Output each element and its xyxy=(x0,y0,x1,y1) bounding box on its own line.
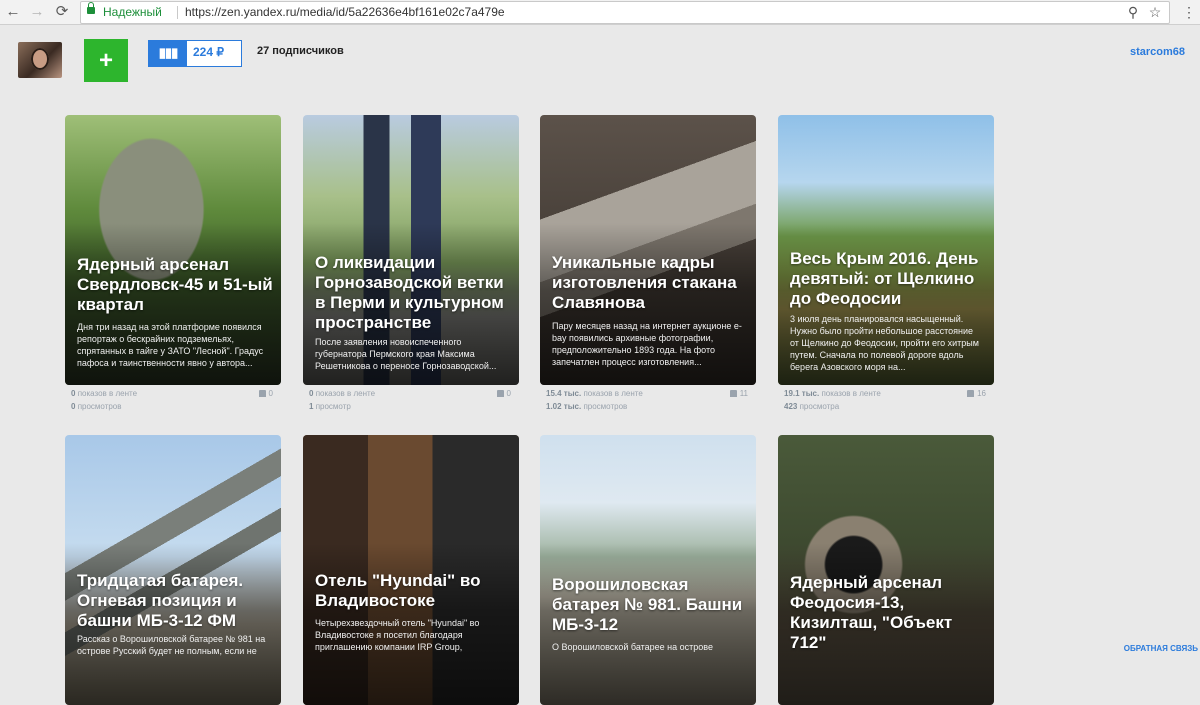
card-title[interactable]: Отель "Hyundai" во Владивостоке xyxy=(315,571,511,611)
article-card[interactable]: Ядерный арсенал Свердловск-45 и 51-ый кв… xyxy=(65,115,281,385)
card-excerpt: Пару месяцев назад на интернет аукционе … xyxy=(552,321,742,367)
balance-amount: 224 ₽ xyxy=(193,45,224,59)
forward-arrow-icon[interactable]: → xyxy=(28,3,46,21)
refresh-icon[interactable]: ⟳ xyxy=(53,3,71,21)
avatar[interactable] xyxy=(18,42,62,78)
article-card[interactable]: Весь Крым 2016. День девятый: от Щелкино… xyxy=(778,115,994,385)
card-title[interactable]: Ядерный арсенал Феодосия-13, Кизилташ, "… xyxy=(790,573,986,653)
views-label: показов в ленте xyxy=(821,389,881,398)
card-excerpt: Рассказ о Ворошиловской батарее № 981 на… xyxy=(77,634,266,656)
like-icon xyxy=(729,390,737,397)
like-icon xyxy=(496,390,504,397)
card-title[interactable]: Ворошиловская батарея № 981. Башни МБ-3-… xyxy=(552,575,748,635)
reads-count: 423 xyxy=(784,402,798,411)
browser-toolbar: ← → ⟳ Надежный https://zen.yandex.ru/med… xyxy=(0,0,1200,25)
reads-label: просмотров xyxy=(77,402,122,411)
card-excerpt: После заявления новоиспеченного губернат… xyxy=(315,337,497,371)
menu-icon[interactable]: ⋮ xyxy=(1182,3,1196,21)
views-label: показов в ленте xyxy=(315,389,376,398)
likes-count: 0 xyxy=(268,389,273,398)
card-stats: 15.4 тыс. показов в ленте 1.02 тыс. прос… xyxy=(540,389,756,417)
secure-label: Надежный xyxy=(103,5,162,19)
like-icon xyxy=(258,390,266,397)
views-count: 19.1 тыс. xyxy=(784,389,820,398)
views-label: показов в ленте xyxy=(77,389,138,398)
reads-label: просмотра xyxy=(799,402,840,411)
wallet-icon: ▮▮▮ xyxy=(149,41,187,66)
likes-count: 16 xyxy=(977,389,986,398)
reads-count: 1 xyxy=(309,402,314,411)
likes-count: 0 xyxy=(506,389,511,398)
like-icon xyxy=(967,390,975,397)
add-publication-button[interactable]: + xyxy=(84,39,128,82)
card-excerpt: Четырехзвездочный отель "Hyundai" во Вла… xyxy=(315,618,480,652)
card-excerpt: Дня три назад на этой платформе появился… xyxy=(77,322,264,368)
address-bar[interactable]: Надежный https://zen.yandex.ru/media/id/… xyxy=(80,1,1170,24)
reads-count: 1.02 тыс. xyxy=(546,402,582,411)
card-title[interactable]: О ликвидации Горнозаводской ветки в Перм… xyxy=(315,253,511,333)
likes-count: 11 xyxy=(739,389,748,398)
star-icon[interactable]: ☆ xyxy=(1147,4,1163,21)
views-label: показов в ленте xyxy=(583,389,643,398)
card-title[interactable]: Ядерный арсенал Свердловск-45 и 51-ый кв… xyxy=(77,255,273,315)
reads-count: 0 xyxy=(71,402,76,411)
card-title[interactable]: Весь Крым 2016. День девятый: от Щелкино… xyxy=(790,249,986,309)
url-text[interactable]: https://zen.yandex.ru/media/id/5a22636e4… xyxy=(185,5,505,19)
card-title[interactable]: Уникальные кадры изготовления стакана Сл… xyxy=(552,253,748,313)
views-count: 15.4 тыс. xyxy=(546,389,582,398)
balance-widget[interactable]: ▮▮▮ 224 ₽ xyxy=(148,40,242,67)
card-stats: 0 показов в ленте 1 просмотр 0 xyxy=(303,389,519,417)
article-card[interactable]: Уникальные кадры изготовления стакана Сл… xyxy=(540,115,756,385)
article-card[interactable]: Ворошиловская батарея № 981. Башни МБ-3-… xyxy=(540,435,756,705)
card-excerpt: О Ворошиловской батарее на острове xyxy=(552,642,713,652)
back-arrow-icon[interactable]: ← xyxy=(4,3,22,21)
article-card[interactable]: Ядерный арсенал Феодосия-13, Кизилташ, "… xyxy=(778,435,994,705)
reads-label: просмотр xyxy=(315,402,351,411)
zoom-icon[interactable]: ⚲ xyxy=(1125,4,1141,21)
views-count: 0 xyxy=(309,389,314,398)
card-title[interactable]: Тридцатая батарея. Огневая позиция и баш… xyxy=(77,571,273,631)
reads-label: просмотров xyxy=(583,402,628,411)
article-card[interactable]: О ликвидации Горнозаводской ветки в Перм… xyxy=(303,115,519,385)
views-count: 0 xyxy=(71,389,76,398)
feedback-link[interactable]: ОБРАТНАЯ СВЯЗЬ xyxy=(1124,644,1198,653)
card-excerpt: 3 июля день планировался насыщенный. Нуж… xyxy=(790,314,979,372)
card-stats: 0 показов в ленте 0 просмотров 0 xyxy=(65,389,281,417)
article-card[interactable]: Отель "Hyundai" во Владивостоке Четырехз… xyxy=(303,435,519,705)
card-stats: 19.1 тыс. показов в ленте 423 просмотра … xyxy=(778,389,994,417)
article-card[interactable]: Тридцатая батарея. Огневая позиция и баш… xyxy=(65,435,281,705)
lock-icon xyxy=(87,2,95,14)
address-separator xyxy=(177,6,178,19)
subscribers-count[interactable]: 27 подписчиков xyxy=(257,45,344,57)
username-link[interactable]: starcom68 xyxy=(1130,46,1185,58)
